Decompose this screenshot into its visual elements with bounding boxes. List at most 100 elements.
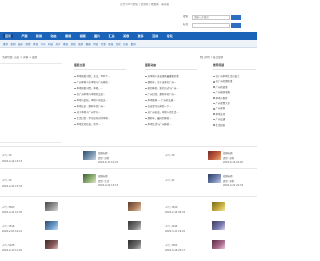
panel-recommended: 推荐阅读 在广州本地生活小贴士 在广州的那些事 广州的故事 广州旅游攻略 本地人… — [213, 63, 256, 128]
video-meta: 类型: 其他 — [223, 157, 235, 160]
nav-item[interactable]: 新闻 — [36, 34, 42, 38]
nav-item[interactable]: 论坛 — [167, 34, 173, 38]
list-item[interactable]: 本地生活与广州体验... — [145, 122, 197, 128]
nav-item[interactable]: 图片 — [94, 34, 100, 38]
grid-thumbnail[interactable] — [45, 240, 58, 249]
list-item[interactable]: 本地文化信息，也学... — [74, 122, 126, 128]
sub-nav-item[interactable]: 财经 — [26, 42, 31, 46]
grid-thumbnail[interactable] — [45, 221, 58, 230]
item-views: 人气: 10 — [2, 154, 12, 157]
section-divider — [0, 168, 257, 169]
header-area — [0, 10, 257, 32]
sub-nav-item[interactable]: 房产 — [56, 42, 61, 46]
search-label: 搜索 — [183, 15, 189, 18]
video-meta: 2020-6-13 12:23 — [98, 161, 119, 164]
item-date: 2020-4-14 13:13 — [2, 160, 23, 163]
tag-label: 标签 — [183, 23, 189, 26]
grid-date: 2020-2-14 09:33 — [165, 211, 186, 214]
grid-views: 人气: 1520 — [165, 206, 178, 209]
nav-item[interactable]: 汇总 — [109, 34, 115, 38]
grid-thumbnail[interactable] — [212, 221, 225, 230]
divider — [145, 69, 197, 70]
grid-views: 人气: 5225 — [2, 244, 15, 247]
nav-item[interactable]: 要闻 — [65, 34, 71, 38]
grid-thumbnail[interactable] — [45, 202, 58, 211]
panel-latest-updates: 最新动态 对本地人来说那些最重要的事 那些年，关于这些在广州... 新的体验，新… — [145, 63, 197, 128]
item-views: 人气: 10 — [2, 179, 12, 182]
nav-item[interactable]: 更多 — [138, 34, 144, 38]
video-thumbnail[interactable] — [83, 151, 96, 160]
sub-nav-item[interactable]: 教育 — [63, 42, 68, 46]
sub-nav-item[interactable]: 军事 — [101, 42, 106, 46]
grid-date: 2020-4-22 12:35 — [2, 211, 23, 214]
search-button[interactable] — [231, 15, 241, 20]
grid-views: 人气: 3563 — [2, 206, 15, 209]
sub-nav-item[interactable]: 汽车 — [41, 42, 46, 46]
video-title[interactable]: 视频标题 — [223, 151, 233, 155]
video-meta: 类型: 其他 — [98, 157, 110, 160]
sub-nav-item[interactable]: 时尚 — [93, 42, 98, 46]
grid-views: 人气: 1502 — [165, 244, 178, 247]
video-title[interactable]: 视频标题 — [98, 174, 108, 178]
section-divider — [0, 146, 257, 147]
nav-item[interactable]: 动态 — [51, 34, 57, 38]
video-thumbnail[interactable] — [83, 174, 96, 183]
breadcrumb-right[interactable]: 热门排行 / 每日更新 — [200, 56, 223, 59]
sub-nav-item[interactable]: 星座 — [108, 42, 113, 46]
grid-thumbnail[interactable] — [212, 240, 225, 249]
section-divider — [0, 196, 257, 197]
video-meta: 2020-4-22 22:33 — [223, 184, 244, 187]
breadcrumb[interactable]: 当前位置: 首页 > 详情 > 最新 — [2, 56, 37, 59]
video-meta: 2020-4-22 13:13 — [98, 184, 119, 187]
sub-nav: 推荐 新闻 娱乐 财经 体育 汽车 科技 房产 教育 游戏 旅游 健康 时尚 军… — [0, 40, 257, 48]
video-title[interactable]: 视频标题 — [98, 151, 108, 155]
tag-input[interactable] — [192, 23, 230, 28]
video-meta: 类型: 其他 — [223, 180, 235, 183]
grid-date: 2020-3-11 19:22 — [165, 230, 186, 233]
sub-nav-item[interactable]: 数码 — [131, 42, 136, 46]
sub-nav-item[interactable]: 娱乐 — [18, 42, 23, 46]
sub-nav-item[interactable]: 新闻 — [11, 42, 16, 46]
panel-title: 最新动态 — [145, 63, 157, 67]
left-sidebar-block — [0, 63, 62, 143]
sub-nav-item[interactable]: 历史 — [123, 42, 128, 46]
grid-thumbnail[interactable] — [212, 202, 225, 211]
sub-nav-item[interactable]: 旅游 — [78, 42, 83, 46]
grid-date: 2020-4-13 11:02 — [2, 249, 23, 252]
video-meta: 类型: 生活 — [98, 180, 110, 183]
sub-nav-item[interactable]: 科技 — [48, 42, 53, 46]
sub-nav-item[interactable]: 推荐 — [3, 42, 8, 46]
top-notice[interactable]: 官方公众号微信 | 优惠券 | 收藏夹 · 联系我 — [120, 3, 257, 6]
nav-item[interactable]: 首页 — [3, 34, 14, 38]
video-title[interactable]: 视频标题 — [223, 174, 233, 178]
grid-thumbnail[interactable] — [128, 240, 141, 249]
search-input[interactable] — [192, 15, 230, 20]
list-item[interactable]: 生活指南 — [213, 123, 256, 128]
main-nav: 首页 产服 新闻 动态 要闻 视频 图片 汇总 美容 更多 活动 论坛 — [0, 32, 257, 40]
item-date: 2020-4-22 13:33 — [2, 185, 23, 188]
item-views: 人气: 30 — [165, 154, 175, 157]
panel-title: 最新文章 — [74, 63, 86, 67]
divider — [74, 69, 126, 70]
grid-views: 人气: 1244 — [165, 225, 178, 228]
grid-date: 2020-4-16 23:17 — [165, 249, 186, 252]
item-views: 人气: 22 — [165, 179, 175, 182]
video-meta: 2020-6-14 10:20 — [223, 161, 244, 164]
panel-title: 推荐阅读 — [213, 63, 225, 67]
sub-nav-item[interactable]: 游戏 — [71, 42, 76, 46]
nav-item[interactable]: 产服 — [22, 34, 28, 38]
grid-thumbnail[interactable] — [128, 202, 141, 211]
video-thumbnail[interactable] — [208, 151, 221, 160]
nav-item[interactable]: 活动 — [152, 34, 158, 38]
divider — [213, 69, 256, 70]
sub-nav-item[interactable]: 体育 — [33, 42, 38, 46]
nav-item[interactable]: 视频 — [80, 34, 86, 38]
panel-latest-articles: 最新文章 本地风俗习惯，关注，300个... 广州本地人在本地与广州体验... … — [74, 63, 126, 128]
grid-date: 2020-2-03 14:12 — [2, 230, 23, 233]
sub-nav-item[interactable]: 健康 — [86, 42, 91, 46]
sub-nav-item[interactable]: 文化 — [116, 42, 121, 46]
tag-button[interactable] — [231, 23, 241, 28]
video-thumbnail[interactable] — [208, 174, 221, 183]
grid-thumbnail[interactable] — [128, 221, 141, 230]
nav-item[interactable]: 美容 — [123, 34, 129, 38]
